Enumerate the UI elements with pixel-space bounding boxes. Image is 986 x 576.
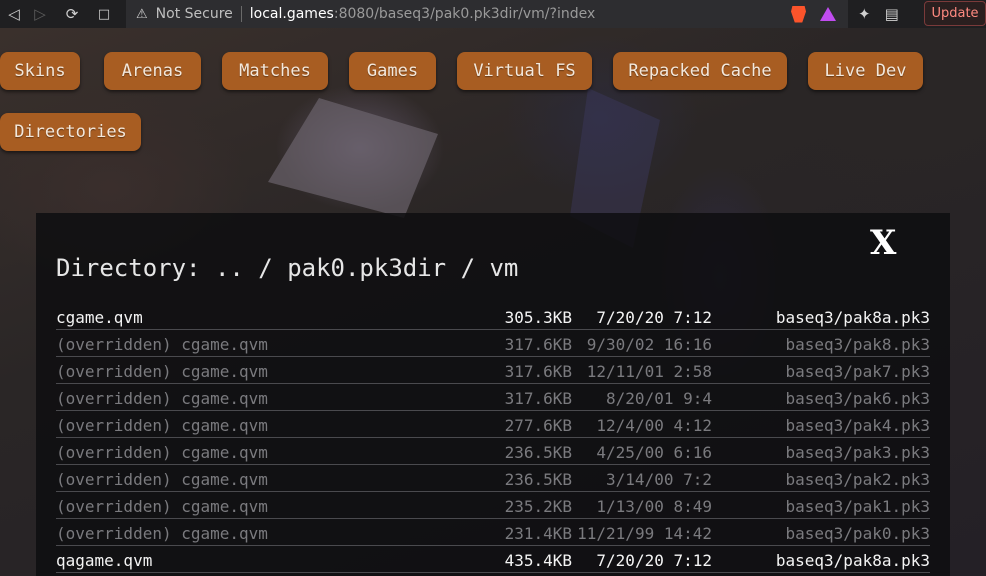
file-date: 8/20/01 9:4	[606, 389, 712, 408]
file-date: 7/20/20 7:12	[596, 551, 712, 570]
file-name[interactable]: (overridden) cgame.qvm	[56, 362, 268, 381]
file-date: 9/30/02 16:16	[586, 335, 712, 354]
file-name[interactable]: (overridden) cgame.qvm	[56, 335, 268, 354]
nav-button-directories[interactable]: Directories	[0, 113, 141, 151]
nav-button-skins[interactable]: Skins	[0, 52, 80, 90]
file-date: 4/25/00 6:16	[596, 443, 712, 462]
nav-button-games[interactable]: Games	[349, 52, 436, 90]
security-status[interactable]: Not Secure	[156, 6, 233, 22]
wallet-icon[interactable]: ▤	[885, 5, 899, 23]
file-name[interactable]: (overridden) cgame.qvm	[56, 443, 268, 462]
file-size: 435.4KB	[504, 551, 572, 570]
file-size: 317.6KB	[504, 335, 572, 354]
file-row[interactable]: (overridden) cgame.qvm 235.2KB 1/13/00 8:4…	[56, 492, 930, 519]
file-size: 231.4KB	[504, 524, 572, 543]
file-pak: baseq3/pak3.pk3	[785, 443, 931, 462]
forward-icon[interactable]: ▷	[26, 0, 54, 28]
file-name[interactable]: (overridden) cgame.qvm	[56, 416, 268, 435]
nav-button-arenas[interactable]: Arenas	[104, 52, 201, 90]
reload-icon[interactable]: ⟳	[58, 0, 86, 28]
file-date: 12/4/00 4:12	[596, 416, 712, 435]
file-name[interactable]: qagame.qvm	[56, 551, 152, 570]
file-row[interactable]: (overridden) cgame.qvm 236.5KB 3/14/00 7:2…	[56, 465, 930, 492]
background-shape	[268, 98, 438, 218]
file-pak: baseq3/pak8a.pk3	[775, 308, 930, 327]
file-date: 11/21/99 14:42	[577, 524, 712, 543]
file-name[interactable]: (overridden) cgame.qvm	[56, 389, 268, 408]
file-name[interactable]: (overridden) cgame.qvm	[56, 524, 268, 543]
directory-title: Directory: .. / pak0.pk3dir / vm	[56, 254, 519, 282]
close-button[interactable]: X	[870, 225, 896, 261]
warning-icon[interactable]: ⚠	[136, 7, 148, 22]
brave-shields-icon[interactable]	[791, 5, 806, 23]
file-size: 317.6KB	[504, 362, 572, 381]
file-size: 277.6KB	[504, 416, 572, 435]
nav-button-matches[interactable]: Matches	[222, 52, 328, 90]
url-extensions	[791, 5, 836, 23]
file-row[interactable]: (overridden) cgame.qvm 231.4KB 11/21/99 14…	[56, 519, 930, 546]
bookmark-icon[interactable]: □	[90, 0, 118, 28]
file-pak: baseq3/pak4.pk3	[785, 416, 931, 435]
extensions-icon[interactable]: ✦	[858, 5, 871, 23]
toolbar-icons: ✦ ▤	[858, 0, 899, 28]
file-row[interactable]: qagame.qvm 435.4KB 7/20/20 7:12 baseq3/pak8…	[56, 546, 930, 573]
file-row[interactable]: cgame.qvm 305.3KB 7/20/20 7:12 baseq3/pak8a…	[56, 303, 930, 330]
file-pak: baseq3/pak2.pk3	[785, 470, 931, 489]
nav-button-virtual-fs[interactable]: Virtual FS	[457, 52, 592, 90]
file-name[interactable]: (overridden) cgame.qvm	[56, 470, 268, 489]
file-size: 235.2KB	[504, 497, 572, 516]
file-row[interactable]: (overridden) cgame.qvm 317.6KB 9/30/02 16:…	[56, 330, 930, 357]
file-name[interactable]: (overridden) cgame.qvm	[56, 497, 268, 516]
address-bar[interactable]: ⚠ Not Secure local.games:8080/baseq3/pak…	[126, 0, 848, 28]
file-row[interactable]: (overridden) cgame.qvm 236.5KB 4/25/00 6:1…	[56, 438, 930, 465]
file-date: 3/14/00 7:2	[606, 470, 712, 489]
file-name[interactable]: cgame.qvm	[56, 308, 143, 327]
file-pak: baseq3/pak8.pk3	[785, 335, 931, 354]
file-date: 12/11/01 2:58	[586, 362, 712, 381]
url-path: :8080/baseq3/pak0.pk3dir/vm/?index	[333, 6, 596, 22]
file-pak: baseq3/pak7.pk3	[785, 362, 931, 381]
file-pak: baseq3/pak1.pk3	[785, 497, 931, 516]
nav-button-repacked-cache[interactable]: Repacked Cache	[613, 52, 787, 90]
brave-rewards-icon[interactable]	[820, 7, 836, 21]
file-row[interactable]: (overridden) cgame.qvm 277.6KB 12/4/00 4:1…	[56, 411, 930, 438]
file-row[interactable]: (overridden) cgame.qvm 317.6KB 12/11/01 2:…	[56, 357, 930, 384]
url-divider	[240, 6, 242, 22]
file-pak: baseq3/pak6.pk3	[785, 389, 931, 408]
file-size: 236.5KB	[504, 470, 572, 489]
file-pak: baseq3/pak0.pk3	[785, 524, 931, 543]
file-pak: baseq3/pak8a.pk3	[775, 551, 930, 570]
url-text[interactable]: local.games:8080/baseq3/pak0.pk3dir/vm/?…	[250, 6, 596, 22]
file-date: 1/13/00 8:49	[596, 497, 712, 516]
nav-button-live-dev[interactable]: Live Dev	[808, 52, 923, 90]
update-button[interactable]: Update	[924, 1, 986, 26]
back-icon[interactable]: ◁	[0, 0, 28, 28]
file-date: 7/20/20 7:12	[596, 308, 712, 327]
file-size: 236.5KB	[504, 443, 572, 462]
url-host: local.games	[249, 6, 334, 22]
browser-toolbar: ◁ ▷ ⟳ □ ⚠ Not Secure local.games:8080/ba…	[0, 0, 986, 28]
file-size: 317.6KB	[504, 389, 572, 408]
file-size: 305.3KB	[504, 308, 572, 327]
file-row[interactable]: (overridden) cgame.qvm 317.6KB 8/20/01 9:4…	[56, 384, 930, 411]
